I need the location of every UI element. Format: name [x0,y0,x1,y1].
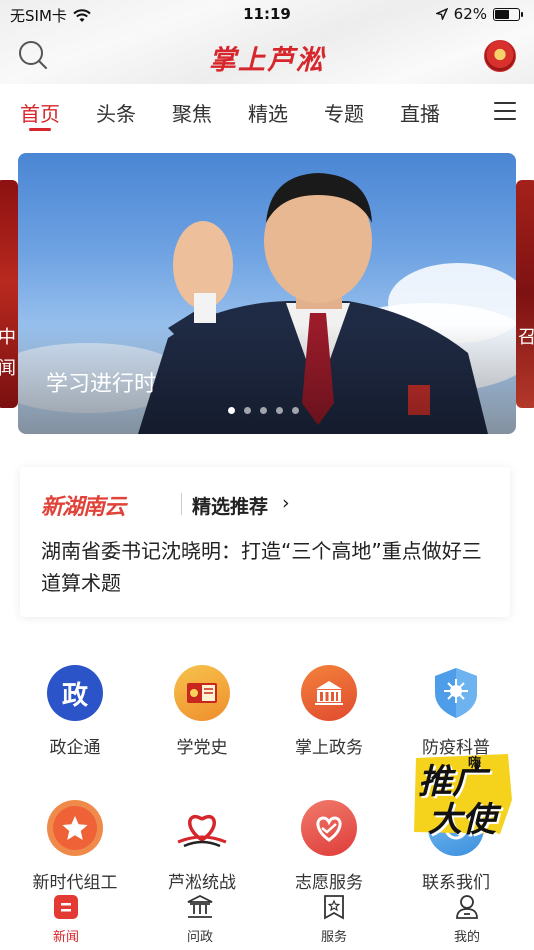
nav-label: 我的 [453,930,480,945]
tab-selected[interactable]: 精选 [248,98,288,127]
service-flag-icon [319,893,349,921]
menu-icon[interactable] [494,102,516,120]
government-icon [185,893,215,921]
carousel-prev-card[interactable]: 中 闻 [0,180,18,408]
nav-label: 新闻 [52,930,79,945]
nav-service[interactable]: 服务 [294,893,374,945]
hero-banner[interactable]: 学习进行时 [18,153,516,434]
carousel-next-card[interactable]: 召 [516,180,534,408]
service-new-era[interactable]: 新时代组工 [15,800,135,893]
service-epidemic[interactable]: 防疫科普 [396,665,516,758]
prev-card-text-2: 闻 [0,358,16,379]
tab-focus[interactable]: 聚焦 [172,98,212,127]
active-tab-indicator [29,128,51,131]
service-label: 志愿服务 [295,873,363,893]
carousel-dot[interactable] [244,407,251,414]
virus-shield-icon [428,665,484,721]
service-zhengqitong[interactable]: 政 政企通 [15,665,135,758]
user-icon [452,893,482,921]
carousel-dot[interactable] [228,407,235,414]
status-bar: 无SIM卡 11:19 62% [0,0,534,30]
banner-caption: 学习进行时 [46,372,157,397]
service-label: 芦淞统战 [168,873,236,893]
recommend-label[interactable]: 精选推荐 [192,492,268,519]
promo-ambassador-badge[interactable]: 推广 嗨 大使 [408,750,516,840]
tab-topics[interactable]: 专题 [324,98,364,127]
heart-ribbon-icon [174,800,230,856]
recommend-headline[interactable]: 湖南省委书记沈晓明：打造“三个高地”重点做好三道算术题 [41,535,501,599]
avatar[interactable] [484,40,516,72]
nav-label: 问政 [186,930,213,945]
government-hall-icon [301,665,357,721]
recommend-brand-logo: 新湖南云 [41,495,126,520]
service-label: 学党史 [176,738,228,758]
service-party-history[interactable]: 学党史 [142,665,262,758]
star-badge-icon [47,800,103,856]
service-label: 政企通 [49,738,101,758]
carousel-dots [228,407,299,414]
tab-home[interactable]: 首页 [20,98,60,127]
service-gov-affairs[interactable]: 掌上政务 [269,665,389,758]
nav-label: 服务 [320,930,347,945]
service-label: 联系我们 [422,873,490,893]
nav-profile[interactable]: 我的 [427,893,507,945]
battery-percent: 62% [453,5,487,23]
channel-tabs: 首页 头条 聚焦 精选 专题 直播 [0,84,534,138]
service-volunteer[interactable]: 志愿服务 [269,800,389,893]
divider [181,493,182,515]
nav-news[interactable]: 新闻 [26,893,106,945]
carousel-dot[interactable] [292,407,299,414]
prev-card-text-1: 中 [0,327,16,348]
service-label: 掌上政务 [295,738,363,758]
battery-icon [493,7,523,21]
carousel-dot[interactable] [260,407,267,414]
volunteer-heart-icon [301,800,357,856]
service-label: 新时代组工 [32,873,118,893]
party-book-icon [174,665,230,721]
zheng-badge-text: 政 [61,680,88,711]
zheng-badge-icon: 政 [47,665,103,721]
next-card-text: 召 [518,327,534,348]
carousel-dot[interactable] [276,407,283,414]
location-arrow-icon [435,8,448,20]
promo-small-text: 嗨 [468,756,482,771]
nav-government[interactable]: 问政 [160,893,240,945]
promo-line-2: 大使 [428,800,496,840]
news-icon [51,893,81,921]
service-united-front[interactable]: 芦淞统战 [142,800,262,893]
battery-level [495,9,509,19]
tab-live[interactable]: 直播 [400,98,440,127]
app-logo: 掌上芦淞 [209,45,325,76]
app-header: 掌上芦淞 [0,30,534,84]
status-right: 62% [435,5,523,23]
chevron-right-icon[interactable]: › [282,492,290,514]
tab-headlines[interactable]: 头条 [96,98,136,127]
recommend-card[interactable]: 新湖南云 精选推荐 › 湖南省委书记沈晓明：打造“三个高地”重点做好三道算术题 [20,467,510,617]
bottom-navigation: 新闻 问政 服务 我的 [0,893,534,950]
